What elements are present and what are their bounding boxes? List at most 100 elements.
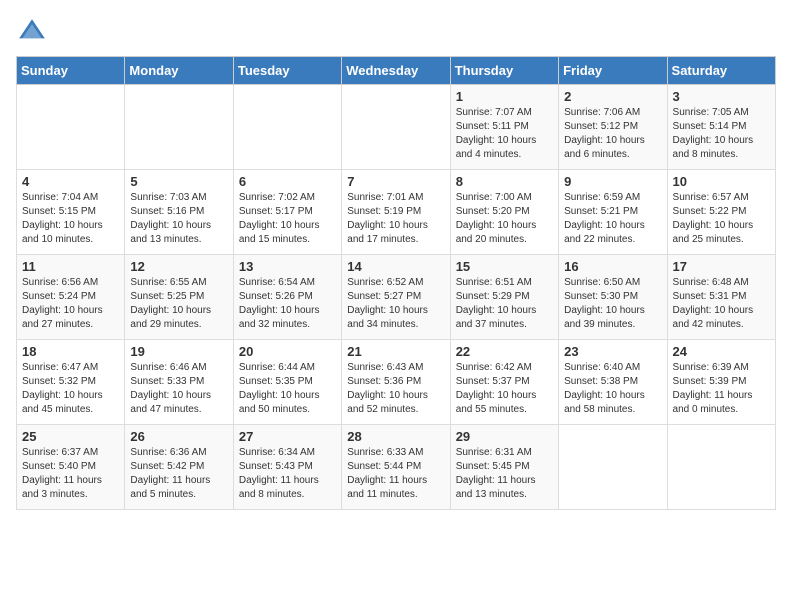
day-number: 9: [564, 174, 661, 189]
day-info: Sunrise: 6:50 AM Sunset: 5:30 PM Dayligh…: [564, 276, 661, 332]
calendar-cell: 18 Sunrise: 6:47 AM Sunset: 5:32 PM Dayli…: [17, 340, 125, 425]
day-info: Sunrise: 7:01 AM Sunset: 5:19 PM Dayligh…: [347, 191, 444, 247]
day-number: 7: [347, 174, 444, 189]
day-number: 18: [22, 344, 119, 359]
calendar-cell: 13Sunrise: 6:54 AM Sunset: 5:26 PM Dayli…: [233, 255, 341, 340]
calendar-cell: 7 Sunrise: 7:01 AM Sunset: 5:19 PM Daylig…: [342, 170, 450, 255]
day-number: 25: [22, 429, 119, 444]
calendar-cell: [233, 85, 341, 170]
day-number: 24: [673, 344, 770, 359]
day-number: 14: [347, 259, 444, 274]
day-of-week-monday: Monday: [125, 57, 233, 85]
calendar-cell: 12Sunrise: 6:55 AM Sunset: 5:25 PM Dayli…: [125, 255, 233, 340]
day-info: Sunrise: 6:39 AM Sunset: 5:39 PM Dayligh…: [673, 361, 770, 417]
calendar-cell: [342, 85, 450, 170]
day-number: 12: [130, 259, 227, 274]
day-number: 22: [456, 344, 553, 359]
calendar-cell: 23 Sunrise: 6:40 AM Sunset: 5:38 PM Dayli…: [559, 340, 667, 425]
day-info: Sunrise: 6:43 AM Sunset: 5:36 PM Dayligh…: [347, 361, 444, 417]
calendar-cell: 11 Sunrise: 6:56 AM Sunset: 5:24 PM Dayli…: [17, 255, 125, 340]
day-number: 23: [564, 344, 661, 359]
day-info: Sunrise: 6:36 AM Sunset: 5:42 PM Dayligh…: [130, 446, 227, 502]
calendar-cell: 26Sunrise: 6:36 AM Sunset: 5:42 PM Dayli…: [125, 425, 233, 510]
calendar-cell: 28 Sunrise: 6:33 AM Sunset: 5:44 PM Dayli…: [342, 425, 450, 510]
calendar-cell: 3 Sunrise: 7:05 AM Sunset: 5:14 PM Daylig…: [667, 85, 775, 170]
day-info: Sunrise: 7:02 AM Sunset: 5:17 PM Dayligh…: [239, 191, 336, 247]
day-info: Sunrise: 6:51 AM Sunset: 5:29 PM Dayligh…: [456, 276, 553, 332]
day-info: Sunrise: 6:57 AM Sunset: 5:22 PM Dayligh…: [673, 191, 770, 247]
day-info: Sunrise: 6:59 AM Sunset: 5:21 PM Dayligh…: [564, 191, 661, 247]
calendar-body: 1 Sunrise: 7:07 AM Sunset: 5:11 PM Daylig…: [17, 85, 776, 510]
day-number: 2: [564, 89, 661, 104]
day-number: 13: [239, 259, 336, 274]
day-of-week-wednesday: Wednesday: [342, 57, 450, 85]
day-number: 10: [673, 174, 770, 189]
day-info: Sunrise: 7:05 AM Sunset: 5:14 PM Dayligh…: [673, 106, 770, 162]
calendar-header: SundayMondayTuesdayWednesdayThursdayFrid…: [17, 57, 776, 85]
calendar-cell: [125, 85, 233, 170]
day-info: Sunrise: 7:07 AM Sunset: 5:11 PM Dayligh…: [456, 106, 553, 162]
calendar-cell: 22 Sunrise: 6:42 AM Sunset: 5:37 PM Dayli…: [450, 340, 558, 425]
day-info: Sunrise: 6:42 AM Sunset: 5:37 PM Dayligh…: [456, 361, 553, 417]
logo: [16, 16, 52, 48]
day-number: 15: [456, 259, 553, 274]
day-info: Sunrise: 7:00 AM Sunset: 5:20 PM Dayligh…: [456, 191, 553, 247]
calendar-cell: 24 Sunrise: 6:39 AM Sunset: 5:39 PM Dayli…: [667, 340, 775, 425]
day-number: 27: [239, 429, 336, 444]
calendar-cell: [667, 425, 775, 510]
calendar-cell: 21 Sunrise: 6:43 AM Sunset: 5:36 PM Dayli…: [342, 340, 450, 425]
calendar-cell: 6Sunrise: 7:02 AM Sunset: 5:17 PM Daylig…: [233, 170, 341, 255]
day-number: 16: [564, 259, 661, 274]
day-number: 8: [456, 174, 553, 189]
day-info: Sunrise: 6:33 AM Sunset: 5:44 PM Dayligh…: [347, 446, 444, 502]
day-number: 28: [347, 429, 444, 444]
calendar-cell: 10 Sunrise: 6:57 AM Sunset: 5:22 PM Dayli…: [667, 170, 775, 255]
calendar-cell: 20 Sunrise: 6:44 AM Sunset: 5:35 PM Dayli…: [233, 340, 341, 425]
calendar-cell: 27 Sunrise: 6:34 AM Sunset: 5:43 PM Dayli…: [233, 425, 341, 510]
day-of-week-sunday: Sunday: [17, 57, 125, 85]
calendar-cell: [559, 425, 667, 510]
day-info: Sunrise: 6:34 AM Sunset: 5:43 PM Dayligh…: [239, 446, 336, 502]
day-info: Sunrise: 6:40 AM Sunset: 5:38 PM Dayligh…: [564, 361, 661, 417]
calendar-cell: 16 Sunrise: 6:50 AM Sunset: 5:30 PM Dayli…: [559, 255, 667, 340]
calendar-cell: 4 Sunrise: 7:04 AM Sunset: 5:15 PM Daylig…: [17, 170, 125, 255]
day-info: Sunrise: 6:46 AM Sunset: 5:33 PM Dayligh…: [130, 361, 227, 417]
calendar-cell: 8 Sunrise: 7:00 AM Sunset: 5:20 PM Daylig…: [450, 170, 558, 255]
day-info: Sunrise: 6:37 AM Sunset: 5:40 PM Dayligh…: [22, 446, 119, 502]
day-info: Sunrise: 7:04 AM Sunset: 5:15 PM Dayligh…: [22, 191, 119, 247]
calendar-cell: 17Sunrise: 6:48 AM Sunset: 5:31 PM Dayli…: [667, 255, 775, 340]
day-info: Sunrise: 6:48 AM Sunset: 5:31 PM Dayligh…: [673, 276, 770, 332]
calendar-cell: 25 Sunrise: 6:37 AM Sunset: 5:40 PM Dayli…: [17, 425, 125, 510]
day-number: 21: [347, 344, 444, 359]
calendar-week-5: 25 Sunrise: 6:37 AM Sunset: 5:40 PM Dayli…: [17, 425, 776, 510]
day-of-week-friday: Friday: [559, 57, 667, 85]
calendar-cell: 2 Sunrise: 7:06 AM Sunset: 5:12 PM Daylig…: [559, 85, 667, 170]
day-number: 5: [130, 174, 227, 189]
day-number: 11: [22, 259, 119, 274]
calendar-cell: 15 Sunrise: 6:51 AM Sunset: 5:29 PM Dayli…: [450, 255, 558, 340]
calendar-cell: 5 Sunrise: 7:03 AM Sunset: 5:16 PM Daylig…: [125, 170, 233, 255]
calendar-week-4: 18 Sunrise: 6:47 AM Sunset: 5:32 PM Dayli…: [17, 340, 776, 425]
day-of-week-thursday: Thursday: [450, 57, 558, 85]
calendar-cell: [17, 85, 125, 170]
calendar-week-2: 4 Sunrise: 7:04 AM Sunset: 5:15 PM Daylig…: [17, 170, 776, 255]
day-of-week-saturday: Saturday: [667, 57, 775, 85]
page-header: [16, 16, 776, 48]
day-number: 29: [456, 429, 553, 444]
day-info: Sunrise: 7:06 AM Sunset: 5:12 PM Dayligh…: [564, 106, 661, 162]
calendar-cell: 9 Sunrise: 6:59 AM Sunset: 5:21 PM Daylig…: [559, 170, 667, 255]
calendar-cell: 19Sunrise: 6:46 AM Sunset: 5:33 PM Dayli…: [125, 340, 233, 425]
calendar-cell: 29 Sunrise: 6:31 AM Sunset: 5:45 PM Dayli…: [450, 425, 558, 510]
day-info: Sunrise: 6:31 AM Sunset: 5:45 PM Dayligh…: [456, 446, 553, 502]
day-info: Sunrise: 6:47 AM Sunset: 5:32 PM Dayligh…: [22, 361, 119, 417]
day-info: Sunrise: 7:03 AM Sunset: 5:16 PM Dayligh…: [130, 191, 227, 247]
calendar-cell: 1 Sunrise: 7:07 AM Sunset: 5:11 PM Daylig…: [450, 85, 558, 170]
day-number: 1: [456, 89, 553, 104]
calendar-week-1: 1 Sunrise: 7:07 AM Sunset: 5:11 PM Daylig…: [17, 85, 776, 170]
day-number: 4: [22, 174, 119, 189]
logo-icon: [16, 16, 48, 48]
day-number: 20: [239, 344, 336, 359]
day-info: Sunrise: 6:44 AM Sunset: 5:35 PM Dayligh…: [239, 361, 336, 417]
day-number: 3: [673, 89, 770, 104]
day-info: Sunrise: 6:56 AM Sunset: 5:24 PM Dayligh…: [22, 276, 119, 332]
